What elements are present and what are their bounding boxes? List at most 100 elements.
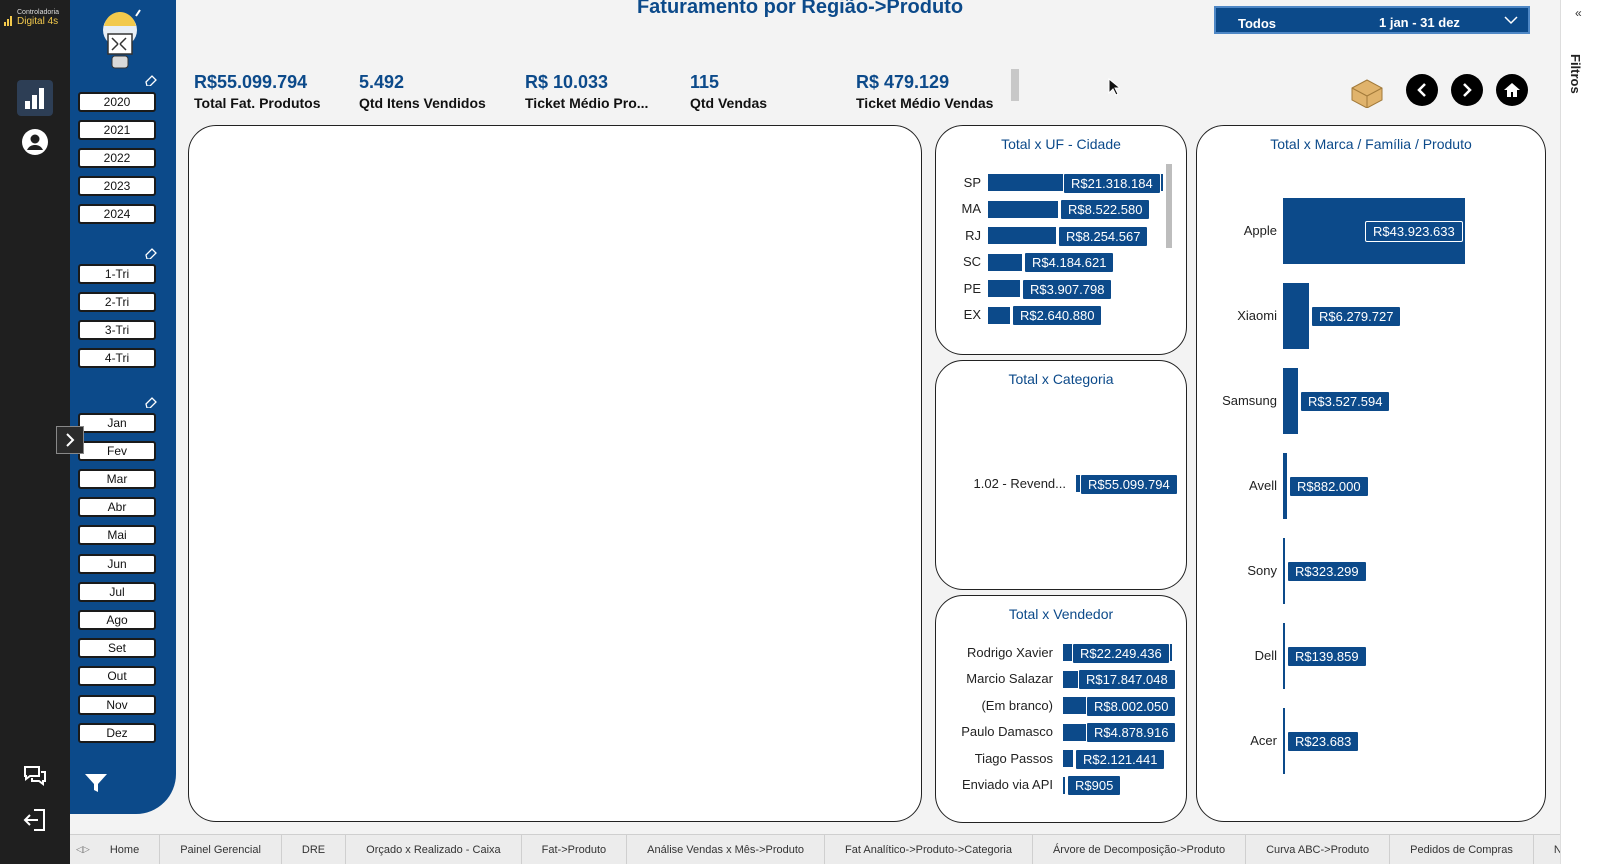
- bar[interactable]: [1283, 708, 1285, 774]
- kpi-label: Qtd Itens Vendidos: [359, 95, 486, 111]
- kpi-label: Ticket Médio Pro...: [525, 95, 649, 111]
- filters-pane[interactable]: «: [1560, 0, 1600, 864]
- bar-category-label: Apple: [1243, 223, 1277, 238]
- month-nov-button[interactable]: Nov: [78, 695, 156, 715]
- comments-button[interactable]: [17, 758, 53, 794]
- chart-vendedor[interactable]: Total x Vendedor Rodrigo Xavier R$22.249.…: [935, 595, 1187, 823]
- quarter-1-button[interactable]: 1-Tri: [78, 264, 156, 284]
- bar-value-label: R$3.907.798: [1022, 278, 1113, 300]
- tab-fat-produto[interactable]: Fat->Produto: [522, 835, 628, 864]
- chevron-right-icon: [66, 433, 75, 447]
- kpi-ticket-medio-vendas: R$ 479.129 Ticket Médio Vendas: [856, 72, 993, 111]
- tab-scroll-arrows[interactable]: ◁ ▷: [70, 835, 90, 864]
- month-abr-button[interactable]: Abr: [78, 497, 156, 517]
- back-button[interactable]: [1406, 74, 1438, 106]
- tab-fat-analitico[interactable]: Fat Analítico->Produto->Categoria: [825, 835, 1033, 864]
- box-icon[interactable]: [1350, 78, 1384, 108]
- bar-value-label: R$17.847.048: [1078, 669, 1176, 690]
- year-2023-button[interactable]: 2023: [78, 176, 156, 196]
- bar[interactable]: [988, 200, 1058, 218]
- chevron-down-icon: [1504, 16, 1518, 25]
- bar[interactable]: [988, 306, 1010, 324]
- chart-marca-familia-produto[interactable]: Total x Marca / Família / Produto Apple R…: [1196, 125, 1546, 822]
- tab-scroll-right-icon[interactable]: ▷: [83, 844, 90, 855]
- bar-value-label: R$43.923.633: [1365, 221, 1463, 242]
- month-jun-button[interactable]: Jun: [78, 554, 156, 574]
- tab-painel-gerencial[interactable]: Painel Gerencial: [160, 835, 282, 864]
- bar-category-label: 1.02 - Revend...: [973, 475, 1067, 491]
- tab-analise-vendas[interactable]: Análise Vendas x Mês->Produto: [627, 835, 826, 864]
- tab-arvore-decomposicao[interactable]: Árvore de Decomposição->Produto: [1033, 835, 1247, 864]
- period-selection: Todos: [1238, 16, 1277, 31]
- bar[interactable]: [1283, 453, 1287, 519]
- quarter-3-button[interactable]: 3-Tri: [78, 320, 156, 340]
- chart-title: Total x Marca / Família / Produto: [1270, 136, 1472, 152]
- uf-scrollbar[interactable]: [1166, 164, 1172, 248]
- brand-logo: Controladoria Digital 4s: [4, 6, 66, 28]
- bar[interactable]: [988, 227, 1056, 244]
- quarter-2-button[interactable]: 2-Tri: [78, 292, 156, 312]
- month-out-button[interactable]: Out: [78, 666, 156, 686]
- clear-quarters-eraser-icon[interactable]: [144, 247, 158, 259]
- tab-orcado-realizado[interactable]: Orçado x Realizado - Caixa: [346, 835, 522, 864]
- filter-funnel-icon[interactable]: [84, 772, 108, 794]
- bar[interactable]: [988, 280, 1020, 297]
- quarter-4-button[interactable]: 4-Tri: [78, 348, 156, 368]
- clear-years-eraser-icon[interactable]: [144, 74, 158, 86]
- bar[interactable]: [1283, 538, 1285, 604]
- bar[interactable]: [988, 253, 1022, 271]
- bar[interactable]: [1063, 723, 1087, 741]
- forward-button[interactable]: [1451, 74, 1483, 106]
- bar-category-label: Xiaomi: [1237, 308, 1277, 323]
- month-mar-button[interactable]: Mar: [78, 469, 156, 489]
- tab-home[interactable]: Home: [90, 835, 161, 864]
- clear-months-eraser-icon[interactable]: [144, 396, 158, 408]
- year-2020-button[interactable]: 2020: [78, 92, 156, 112]
- tab-curva-abc[interactable]: Curva ABC->Produto: [1246, 835, 1391, 864]
- chart-categoria[interactable]: Total x Categoria 1.02 - Revend... R$55.0…: [935, 360, 1187, 590]
- bar-category-label: PE: [963, 280, 981, 296]
- bar-value-label: R$8.002.050: [1086, 695, 1177, 717]
- kpi-value: 5.492: [359, 72, 405, 92]
- tab-scroll-left-icon[interactable]: ◁: [76, 844, 83, 855]
- bar-value-label: R$21.318.184: [1063, 172, 1161, 194]
- year-2022-button[interactable]: 2022: [78, 148, 156, 168]
- bar[interactable]: [1283, 283, 1309, 349]
- chart-title: Total x Vendedor: [1008, 606, 1114, 622]
- month-ago-button[interactable]: Ago: [78, 610, 156, 630]
- chart-title: Total x UF - Cidade: [1001, 136, 1121, 152]
- month-mai-button[interactable]: Mai: [78, 525, 156, 545]
- bar-category-label: Rodrigo Xavier: [967, 644, 1053, 660]
- month-jan-button[interactable]: Jan: [78, 413, 156, 433]
- bar[interactable]: [1063, 750, 1073, 767]
- tab-not[interactable]: Not: [1534, 835, 1560, 864]
- kpi-label: Total Fat. Produtos: [194, 95, 321, 111]
- chart-uf-cidade[interactable]: Total x UF - Cidade SP R$21.318.184 MA R$8.…: [935, 125, 1187, 355]
- bar[interactable]: [1063, 776, 1065, 794]
- chart-title: Total x Categoria: [1008, 371, 1114, 387]
- bar[interactable]: [1283, 368, 1298, 434]
- expand-panel-button[interactable]: [56, 426, 84, 454]
- user-nav-button[interactable]: [17, 124, 53, 160]
- report-nav-button[interactable]: [17, 80, 53, 116]
- chat-icon: [24, 766, 46, 786]
- bar[interactable]: [1283, 623, 1285, 689]
- period-slicer[interactable]: Todos 1 jan - 31 dez: [1214, 6, 1530, 34]
- bar-category-label: Tiago Passos: [974, 750, 1053, 766]
- map-visual[interactable]: [188, 125, 922, 822]
- home-button[interactable]: [1496, 74, 1528, 106]
- tab-dre[interactable]: DRE: [282, 835, 347, 864]
- month-fev-button[interactable]: Fev: [78, 441, 156, 461]
- month-dez-button[interactable]: Dez: [78, 723, 156, 743]
- user-icon: [22, 129, 48, 155]
- month-set-button[interactable]: Set: [78, 638, 156, 658]
- year-2024-button[interactable]: 2024: [78, 204, 156, 224]
- year-2021-button[interactable]: 2021: [78, 120, 156, 140]
- tab-pedidos-compras[interactable]: Pedidos de Compras: [1390, 835, 1534, 864]
- exit-button[interactable]: [17, 802, 53, 838]
- kpi-qtd-vendas: 115 Qtd Vendas: [690, 72, 767, 111]
- filters-pane-chevron[interactable]: «: [1575, 6, 1582, 20]
- bar-value-label: R$323.299: [1287, 561, 1367, 582]
- kpi-scrollbar[interactable]: [1011, 69, 1019, 101]
- month-jul-button[interactable]: Jul: [78, 582, 156, 602]
